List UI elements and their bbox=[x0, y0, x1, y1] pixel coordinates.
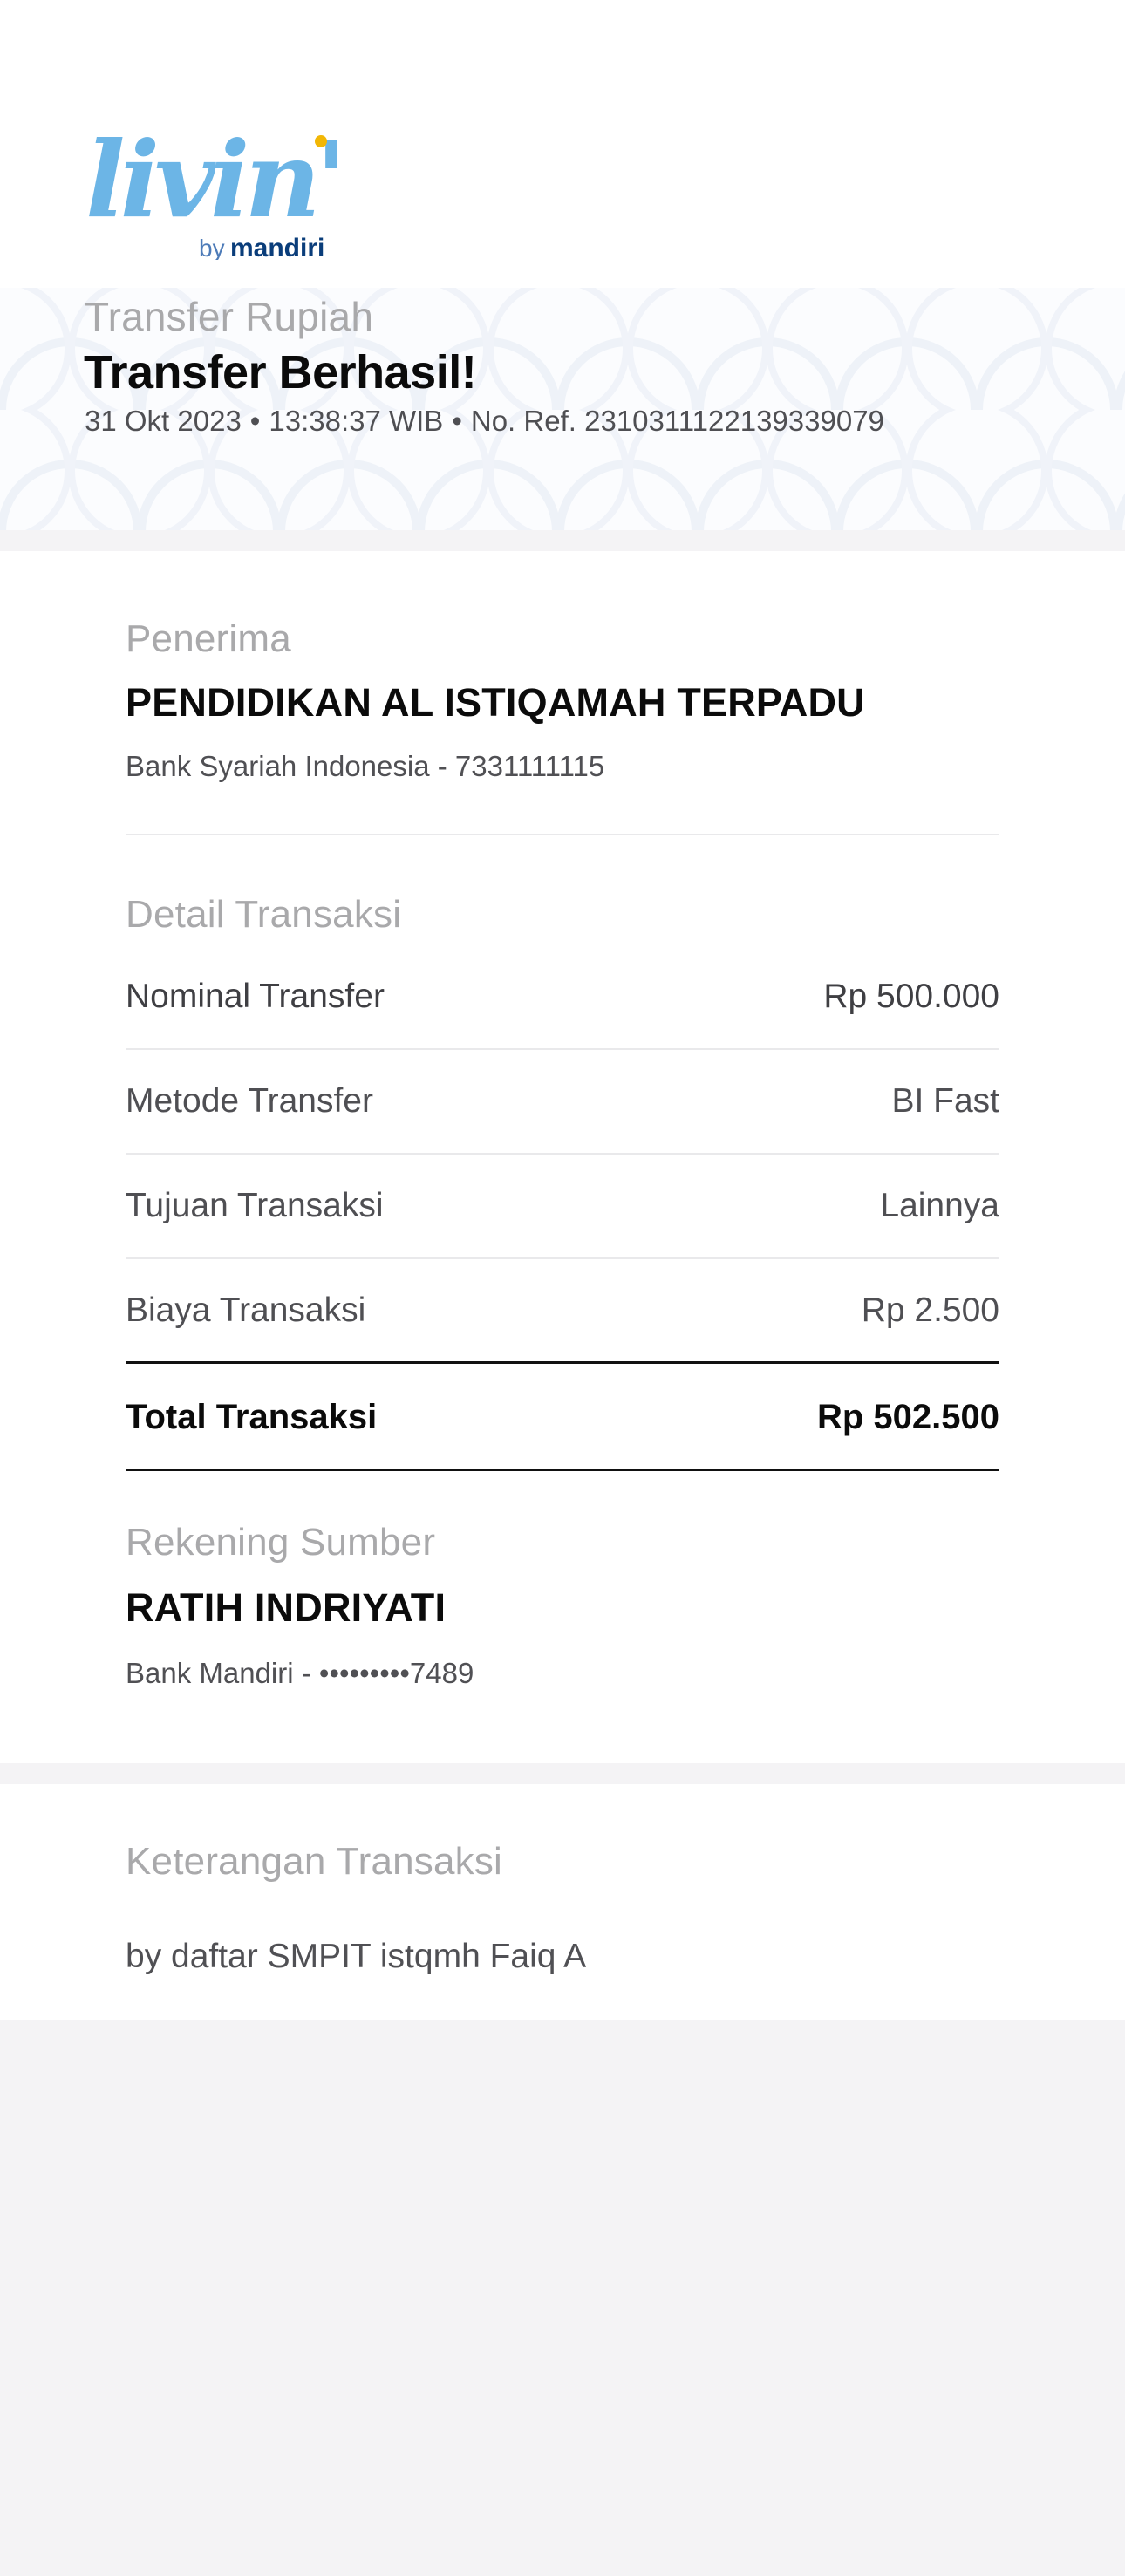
reference-number: No. Ref. 2310311122139339079 bbox=[470, 405, 884, 437]
section-divider bbox=[126, 834, 999, 835]
page-title: Transfer Berhasil! bbox=[84, 346, 477, 399]
detail-row-label: Biaya Transaksi bbox=[126, 1291, 366, 1329]
detail-row-fee: Biaya Transaksi Rp 2.500 bbox=[126, 1259, 999, 1364]
detail-label: Detail Transaksi bbox=[126, 893, 402, 936]
svg-text:by: by bbox=[199, 235, 225, 260]
detail-row-value: Rp 500.000 bbox=[823, 978, 999, 1015]
note-card: Keterangan Transaksi by daftar SMPIT ist… bbox=[0, 1784, 1125, 2020]
transaction-card: Penerima PENDIDIKAN AL ISTIQAMAH TERPADU… bbox=[0, 551, 1125, 1763]
note-text: by daftar SMPIT istqmh Faiq A bbox=[126, 1938, 587, 1975]
source-bank-account: Bank Mandiri - •••••••••7489 bbox=[126, 1657, 474, 1689]
logo-accent bbox=[315, 135, 327, 147]
total-label: Total Transaksi bbox=[126, 1398, 378, 1436]
detail-row-label: Tujuan Transaksi bbox=[126, 1187, 384, 1224]
total-value: Rp 502.500 bbox=[816, 1398, 999, 1436]
transaction-meta: 31 Okt 2023 • 13:38:37 WIB • No. Ref. 231031… bbox=[85, 405, 884, 438]
recipient-name: PENDIDIKAN AL ISTIQAMAH TERPADU bbox=[126, 680, 865, 725]
detail-row-label: Metode Transfer bbox=[126, 1082, 373, 1120]
total-row: Total Transaksi Rp 502.500 bbox=[126, 1366, 999, 1471]
separator-dot: • bbox=[452, 405, 462, 437]
source-account-name: RATIH INDRIYATI bbox=[126, 1585, 447, 1630]
logo-main: livin' bbox=[85, 119, 337, 242]
recipient-label: Penerima bbox=[126, 617, 291, 660]
recipient-bank-account: Bank Syariah Indonesia - 7331111115 bbox=[126, 750, 605, 782]
livin-mandiri-logo: livin' by mandiri bbox=[85, 119, 337, 260]
svg-text:mandiri: mandiri bbox=[230, 234, 324, 260]
detail-row-label: Nominal Transfer bbox=[126, 978, 385, 1015]
detail-row-nominal: Nominal Transfer Rp 500.000 bbox=[126, 945, 999, 1050]
detail-row-purpose: Tujuan Transaksi Lainnya bbox=[126, 1155, 999, 1259]
source-account-label: Rekening Sumber bbox=[126, 1521, 436, 1564]
page-subtitle: Transfer Rupiah bbox=[85, 294, 374, 339]
detail-row-method: Metode Transfer BI Fast bbox=[126, 1050, 999, 1155]
receipt-header: livin' by mandiri Transfer Rupiah Transf… bbox=[0, 0, 1125, 530]
receipt-page: livin' by mandiri Transfer Rupiah Transf… bbox=[0, 0, 1125, 2576]
detail-row-value: Rp 2.500 bbox=[861, 1291, 999, 1329]
separator-dot: • bbox=[249, 405, 261, 437]
detail-row-value: Lainnya bbox=[880, 1187, 999, 1224]
detail-row-value: BI Fast bbox=[891, 1082, 999, 1120]
note-label: Keterangan Transaksi bbox=[126, 1840, 503, 1883]
transaction-time: 13:38:37 WIB bbox=[269, 405, 444, 437]
transaction-date: 31 Okt 2023 bbox=[85, 405, 242, 437]
